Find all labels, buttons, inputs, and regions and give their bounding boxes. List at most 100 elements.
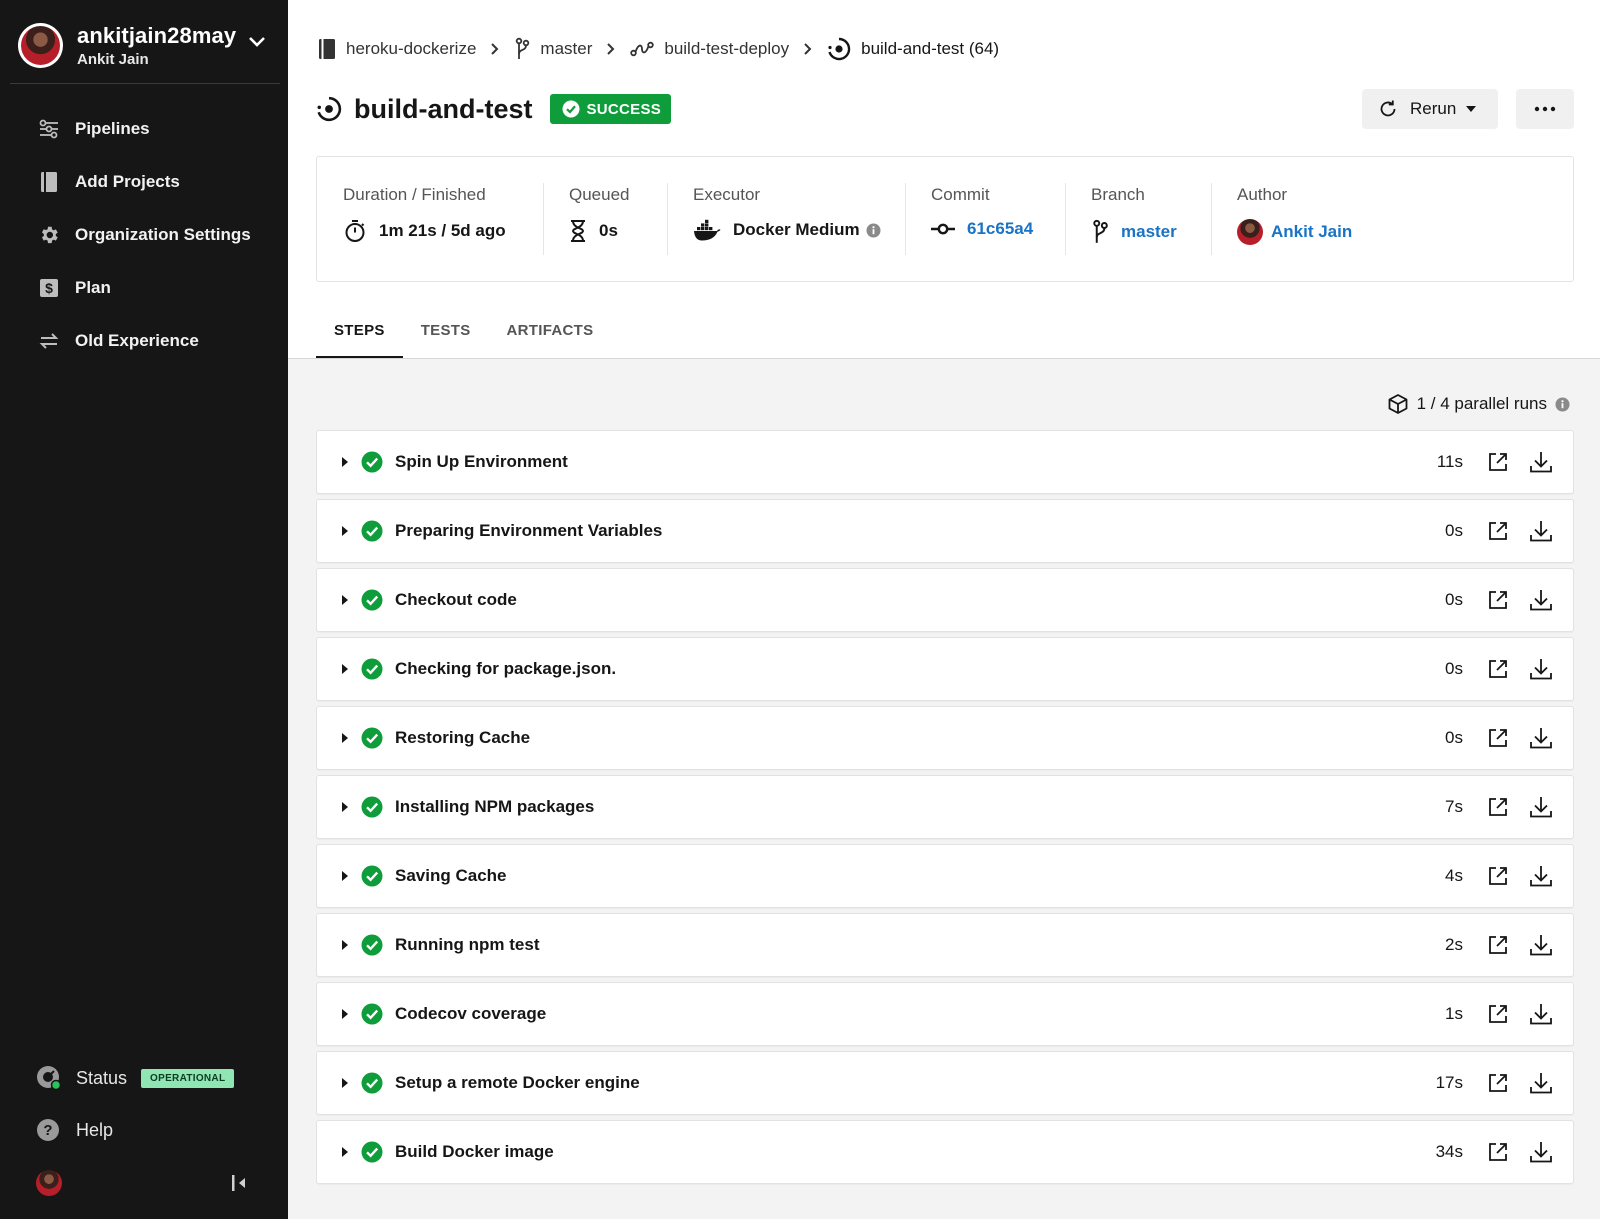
download-icon[interactable]	[1529, 795, 1553, 819]
step-name: Build Docker image	[395, 1142, 554, 1161]
step-name: Checkout code	[395, 590, 517, 609]
external-link-icon[interactable]	[1487, 934, 1509, 956]
external-link-icon[interactable]	[1487, 589, 1509, 611]
rerun-button[interactable]: Rerun	[1362, 89, 1498, 129]
tab-steps[interactable]: STEPS	[316, 312, 403, 359]
sidebar-item-add-projects[interactable]: Add Projects	[0, 155, 288, 208]
info-icon[interactable]	[866, 223, 881, 238]
tab-artifacts[interactable]: ARTIFACTS	[489, 312, 612, 359]
external-link-icon[interactable]	[1487, 520, 1509, 542]
sidebar-item-label: Add Projects	[75, 171, 180, 191]
breadcrumb-label: heroku-dockerize	[346, 39, 477, 58]
breadcrumb-branch[interactable]: master	[514, 37, 592, 61]
download-icon[interactable]	[1529, 1140, 1553, 1164]
step-row[interactable]: Checkout code 0s	[316, 568, 1574, 632]
sidebar-item-label: Plan	[75, 277, 111, 297]
step-row[interactable]: Restoring Cache 0s	[316, 706, 1574, 770]
check-circle-icon	[361, 1141, 383, 1163]
gear-icon	[38, 224, 60, 246]
more-options-button[interactable]	[1516, 89, 1574, 129]
org-switcher[interactable]: ankitjain28may Ankit Jain	[10, 8, 280, 84]
download-icon[interactable]	[1529, 588, 1553, 612]
download-icon[interactable]	[1529, 933, 1553, 957]
status-gauge-icon	[36, 1065, 62, 1091]
steps-list: Spin Up Environment 11s Preparing Enviro…	[316, 430, 1574, 1189]
expand-triangle-icon[interactable]	[341, 733, 349, 743]
external-link-icon[interactable]	[1487, 727, 1509, 749]
step-duration: 0s	[1445, 728, 1463, 747]
step-row[interactable]: Codecov coverage 1s	[316, 982, 1574, 1046]
author-link[interactable]: Ankit Jain	[1271, 222, 1352, 242]
step-row[interactable]: Checking for package.json. 0s	[316, 637, 1574, 701]
step-duration: 4s	[1445, 866, 1463, 885]
parallel-runs[interactable]: 1 / 4 parallel runs	[1387, 393, 1570, 415]
help-link[interactable]: ? Help	[0, 1110, 288, 1150]
avatar[interactable]	[36, 1170, 62, 1196]
expand-triangle-icon[interactable]	[341, 457, 349, 467]
external-link-icon[interactable]	[1487, 1141, 1509, 1163]
download-icon[interactable]	[1529, 519, 1553, 543]
expand-triangle-icon[interactable]	[341, 1147, 349, 1157]
expand-triangle-icon[interactable]	[341, 664, 349, 674]
sidebar-item-organization-settings[interactable]: Organization Settings	[0, 208, 288, 261]
duration-value: 1m 21s / 5d ago	[379, 221, 506, 240]
external-link-icon[interactable]	[1487, 1003, 1509, 1025]
expand-triangle-icon[interactable]	[341, 526, 349, 536]
step-row[interactable]: Installing NPM packages 7s	[316, 775, 1574, 839]
download-icon[interactable]	[1529, 657, 1553, 681]
help-icon: ?	[36, 1117, 62, 1143]
duration-label: Duration / Finished	[343, 185, 486, 204]
sidebar-item-plan[interactable]: $ Plan	[0, 261, 288, 314]
breadcrumb-job[interactable]: build-and-test (64)	[827, 37, 999, 61]
check-circle-icon	[361, 727, 383, 749]
breadcrumb-workflow[interactable]: build-test-deploy	[630, 39, 789, 59]
step-row[interactable]: Spin Up Environment 11s	[316, 430, 1574, 494]
sidebar-item-old-experience[interactable]: Old Experience	[0, 314, 288, 367]
commit-link[interactable]: 61c65a4	[967, 219, 1033, 239]
step-row[interactable]: Running npm test 2s	[316, 913, 1574, 977]
expand-triangle-icon[interactable]	[341, 940, 349, 950]
step-name: Spin Up Environment	[395, 452, 568, 471]
info-icon[interactable]	[1555, 397, 1570, 412]
external-link-icon[interactable]	[1487, 1072, 1509, 1094]
sidebar-item-label: Pipelines	[75, 118, 150, 138]
cube-icon	[1387, 393, 1409, 415]
chevron-right-icon	[803, 42, 813, 56]
duration-section: Duration / Finished 1m 21s / 5d ago	[317, 157, 543, 281]
expand-triangle-icon[interactable]	[341, 802, 349, 812]
executor-value: Docker Medium	[733, 220, 860, 239]
external-link-icon[interactable]	[1487, 865, 1509, 887]
chevron-right-icon	[606, 42, 616, 56]
author-section: Author Ankit Jain	[1211, 157, 1391, 281]
download-icon[interactable]	[1529, 450, 1553, 474]
download-icon[interactable]	[1529, 1071, 1553, 1095]
tab-tests[interactable]: TESTS	[403, 312, 489, 359]
step-row[interactable]: Preparing Environment Variables 0s	[316, 499, 1574, 563]
step-row[interactable]: Saving Cache 4s	[316, 844, 1574, 908]
repo-icon	[318, 38, 336, 60]
collapse-sidebar-icon[interactable]	[230, 1173, 248, 1193]
step-row[interactable]: Setup a remote Docker engine 17s	[316, 1051, 1574, 1115]
expand-triangle-icon[interactable]	[341, 1078, 349, 1088]
external-link-icon[interactable]	[1487, 451, 1509, 473]
external-link-icon[interactable]	[1487, 658, 1509, 680]
rerun-label: Rerun	[1410, 99, 1457, 118]
executor-section: Executor Docker Medium	[667, 157, 905, 281]
docker-icon	[693, 219, 721, 241]
step-row[interactable]: Build Docker image 34s	[316, 1120, 1574, 1184]
chevron-right-icon	[490, 42, 500, 56]
download-icon[interactable]	[1529, 1002, 1553, 1026]
step-name: Preparing Environment Variables	[395, 521, 663, 540]
expand-triangle-icon[interactable]	[341, 871, 349, 881]
download-icon[interactable]	[1529, 864, 1553, 888]
sidebar-item-pipelines[interactable]: Pipelines	[0, 102, 288, 155]
branch-link[interactable]: master	[1121, 222, 1177, 242]
external-link-icon[interactable]	[1487, 796, 1509, 818]
swap-icon	[38, 330, 60, 352]
sidebar-item-label: Old Experience	[75, 330, 199, 350]
breadcrumb-project[interactable]: heroku-dockerize	[318, 38, 476, 60]
expand-triangle-icon[interactable]	[341, 595, 349, 605]
status-link[interactable]: Status OPERATIONAL	[0, 1058, 288, 1098]
expand-triangle-icon[interactable]	[341, 1009, 349, 1019]
download-icon[interactable]	[1529, 726, 1553, 750]
